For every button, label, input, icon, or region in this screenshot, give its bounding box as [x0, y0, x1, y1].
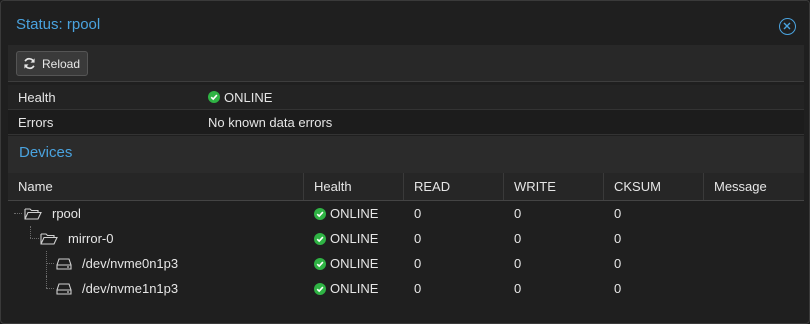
column-header-write[interactable]: WRITE: [504, 173, 604, 200]
device-health-text: ONLINE: [330, 281, 379, 296]
refresh-icon: [24, 57, 35, 70]
check-circle-icon: [314, 207, 326, 220]
devices-title: Devices: [19, 144, 73, 161]
devices-grid: Name Health READ WRITE CKSUM Message rpo…: [8, 173, 804, 321]
device-name: rpool: [52, 206, 81, 221]
device-health: ONLINE: [304, 231, 404, 246]
health-value: ONLINE: [208, 90, 272, 105]
zfs-status-window: Status: rpool Reload Health ONLINE Error…: [0, 0, 810, 324]
titlebar: Status: rpool: [1, 1, 809, 45]
column-header-cksum[interactable]: CKSUM: [604, 173, 704, 200]
info-row-errors: Errors No known data errors: [8, 110, 804, 135]
close-button[interactable]: [779, 18, 796, 35]
device-health-text: ONLINE: [330, 231, 379, 246]
table-row[interactable]: /dev/nvme0n1p3 ONLINE 0 0 0: [8, 251, 804, 276]
close-icon: [783, 22, 791, 30]
device-read: 0: [414, 206, 422, 221]
reload-label: Reload: [42, 56, 81, 71]
folder-open-icon: [24, 207, 42, 220]
check-circle-icon: [314, 282, 326, 295]
column-header-read[interactable]: READ: [404, 173, 504, 200]
device-write: 0: [514, 231, 522, 246]
tree-cell: rpool: [8, 201, 304, 226]
table-row[interactable]: /dev/nvme1n1p3 ONLINE 0 0 0: [8, 276, 804, 301]
tree-connector: [30, 238, 39, 239]
device-health: ONLINE: [304, 281, 404, 296]
grid-header: Name Health READ WRITE CKSUM Message: [8, 173, 804, 201]
check-circle-icon: [208, 91, 220, 103]
device-cksum: 0: [614, 256, 622, 271]
check-circle-icon: [314, 257, 326, 270]
health-label: Health: [18, 89, 56, 105]
column-header-message[interactable]: Message: [704, 173, 804, 200]
device-write: 0: [514, 206, 522, 221]
table-row[interactable]: rpool ONLINE 0 0 0: [8, 201, 804, 226]
status-info: Health ONLINE Errors No known data error…: [8, 85, 804, 135]
devices-header: Devices: [8, 136, 804, 173]
device-cksum: 0: [614, 206, 622, 221]
table-row[interactable]: mirror-0 ONLINE 0 0 0: [8, 226, 804, 251]
errors-label: Errors: [18, 114, 54, 130]
device-cksum: 0: [614, 231, 622, 246]
column-header-name[interactable]: Name: [8, 173, 304, 200]
device-health-text: ONLINE: [330, 256, 379, 271]
hdd-icon: [56, 282, 72, 295]
tree-cell: /dev/nvme1n1p3: [8, 276, 304, 301]
hdd-icon: [56, 257, 72, 270]
tree-connector: [14, 213, 22, 214]
tree-cell: /dev/nvme0n1p3: [8, 251, 304, 276]
device-read: 0: [414, 256, 422, 271]
device-read: 0: [414, 281, 422, 296]
device-read: 0: [414, 231, 422, 246]
device-cksum: 0: [614, 281, 622, 296]
health-value-text: ONLINE: [224, 89, 273, 105]
device-name: /dev/nvme0n1p3: [82, 256, 179, 271]
device-write: 0: [514, 281, 522, 296]
device-health: ONLINE: [304, 206, 404, 221]
reload-button[interactable]: Reload: [16, 51, 88, 76]
toolbar: Reload: [8, 45, 804, 82]
tree-cell: mirror-0: [8, 226, 304, 251]
errors-value: No known data errors: [208, 114, 333, 130]
device-health-text: ONLINE: [330, 206, 379, 221]
tree-connector: [46, 263, 54, 264]
info-row-health: Health ONLINE: [8, 85, 804, 110]
device-write: 0: [514, 256, 522, 271]
column-header-health[interactable]: Health: [304, 173, 404, 200]
tree-connector: [46, 276, 47, 288]
window-title: Status: rpool: [16, 16, 101, 33]
device-name: /dev/nvme1n1p3: [82, 281, 179, 296]
check-circle-icon: [314, 232, 326, 245]
tree-connector: [30, 226, 31, 238]
folder-open-icon: [40, 232, 58, 245]
tree-connector: [46, 288, 54, 289]
device-name: mirror-0: [68, 231, 114, 246]
device-health: ONLINE: [304, 256, 404, 271]
